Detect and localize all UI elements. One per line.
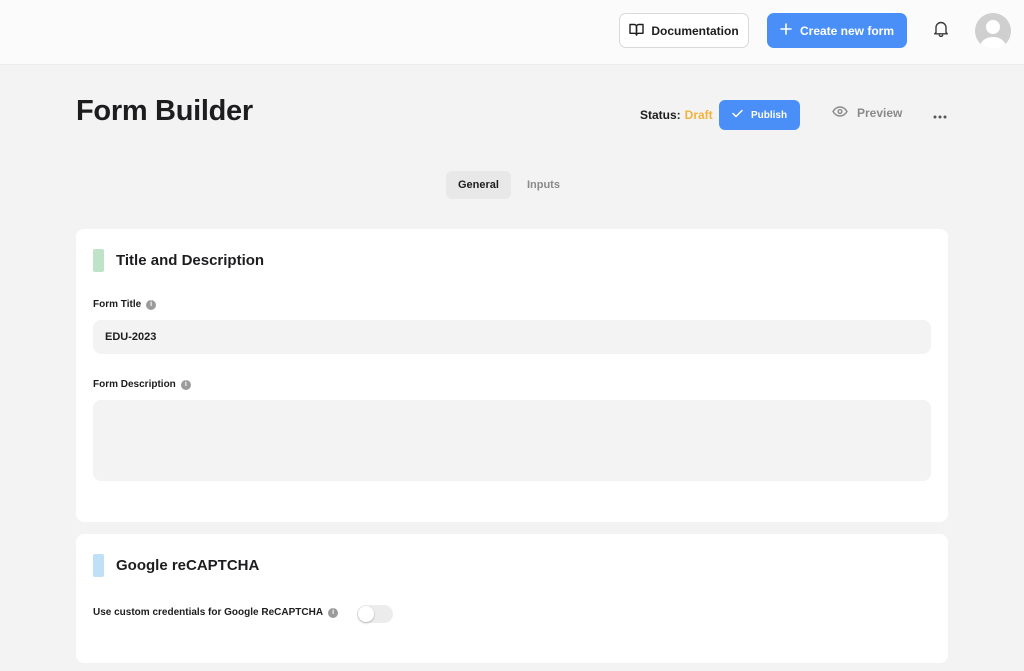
custom-credentials-label-text: Use custom credentials for Google ReCAPT… <box>93 607 324 618</box>
toggle-knob <box>358 606 374 622</box>
create-new-form-button[interactable]: Create new form <box>767 13 907 48</box>
status-indicator: Status: Draft <box>640 108 713 122</box>
title-description-card: Title and Description Form Title i Form … <box>76 229 948 522</box>
recaptcha-card: Google reCAPTCHA Use custom credentials … <box>76 534 948 663</box>
info-icon[interactable]: i <box>328 607 339 618</box>
status-badge: Draft <box>684 108 713 122</box>
form-description-label-text: Form Description <box>93 379 176 390</box>
status-label: Status: <box>640 108 681 122</box>
documentation-button[interactable]: Documentation <box>619 13 749 48</box>
section-marker <box>93 249 104 272</box>
form-description-input[interactable] <box>93 400 931 481</box>
user-placeholder-icon <box>979 20 1007 49</box>
info-icon[interactable]: i <box>146 299 157 310</box>
publish-label: Publish <box>750 109 788 121</box>
book-icon <box>629 23 645 39</box>
check-icon <box>732 109 743 121</box>
notifications-button[interactable] <box>931 21 951 41</box>
form-title-input[interactable] <box>93 320 931 354</box>
section-heading: Google reCAPTCHA <box>116 557 260 574</box>
plus-icon <box>780 23 792 38</box>
tab-bar: General Inputs <box>446 171 572 199</box>
title-description-header: Title and Description <box>93 249 264 272</box>
publish-button[interactable]: Publish <box>719 100 800 130</box>
more-horizontal-icon <box>933 106 947 124</box>
top-bar: Documentation Create new form <box>0 0 1024 65</box>
tab-general[interactable]: General <box>446 171 511 199</box>
section-marker <box>93 554 104 577</box>
info-icon[interactable]: i <box>180 379 191 390</box>
preview-button[interactable]: Preview <box>832 106 902 120</box>
bell-icon <box>933 20 949 42</box>
preview-label: Preview <box>857 106 903 120</box>
custom-credentials-label: Use custom credentials for Google ReCAPT… <box>93 607 339 618</box>
form-title-label-text: Form Title <box>93 299 142 310</box>
form-description-label: Form Description i <box>93 379 191 390</box>
form-title-label: Form Title i <box>93 299 157 310</box>
recaptcha-header: Google reCAPTCHA <box>93 554 259 577</box>
documentation-label: Documentation <box>651 23 739 38</box>
page-title: Form Builder <box>76 95 253 127</box>
section-heading: Title and Description <box>116 252 265 269</box>
custom-credentials-toggle[interactable] <box>357 605 393 623</box>
tab-inputs[interactable]: Inputs <box>515 171 572 199</box>
create-new-form-label: Create new form <box>799 23 895 38</box>
user-avatar[interactable] <box>975 13 1011 49</box>
eye-icon <box>832 106 848 120</box>
more-options-button[interactable] <box>930 105 950 125</box>
